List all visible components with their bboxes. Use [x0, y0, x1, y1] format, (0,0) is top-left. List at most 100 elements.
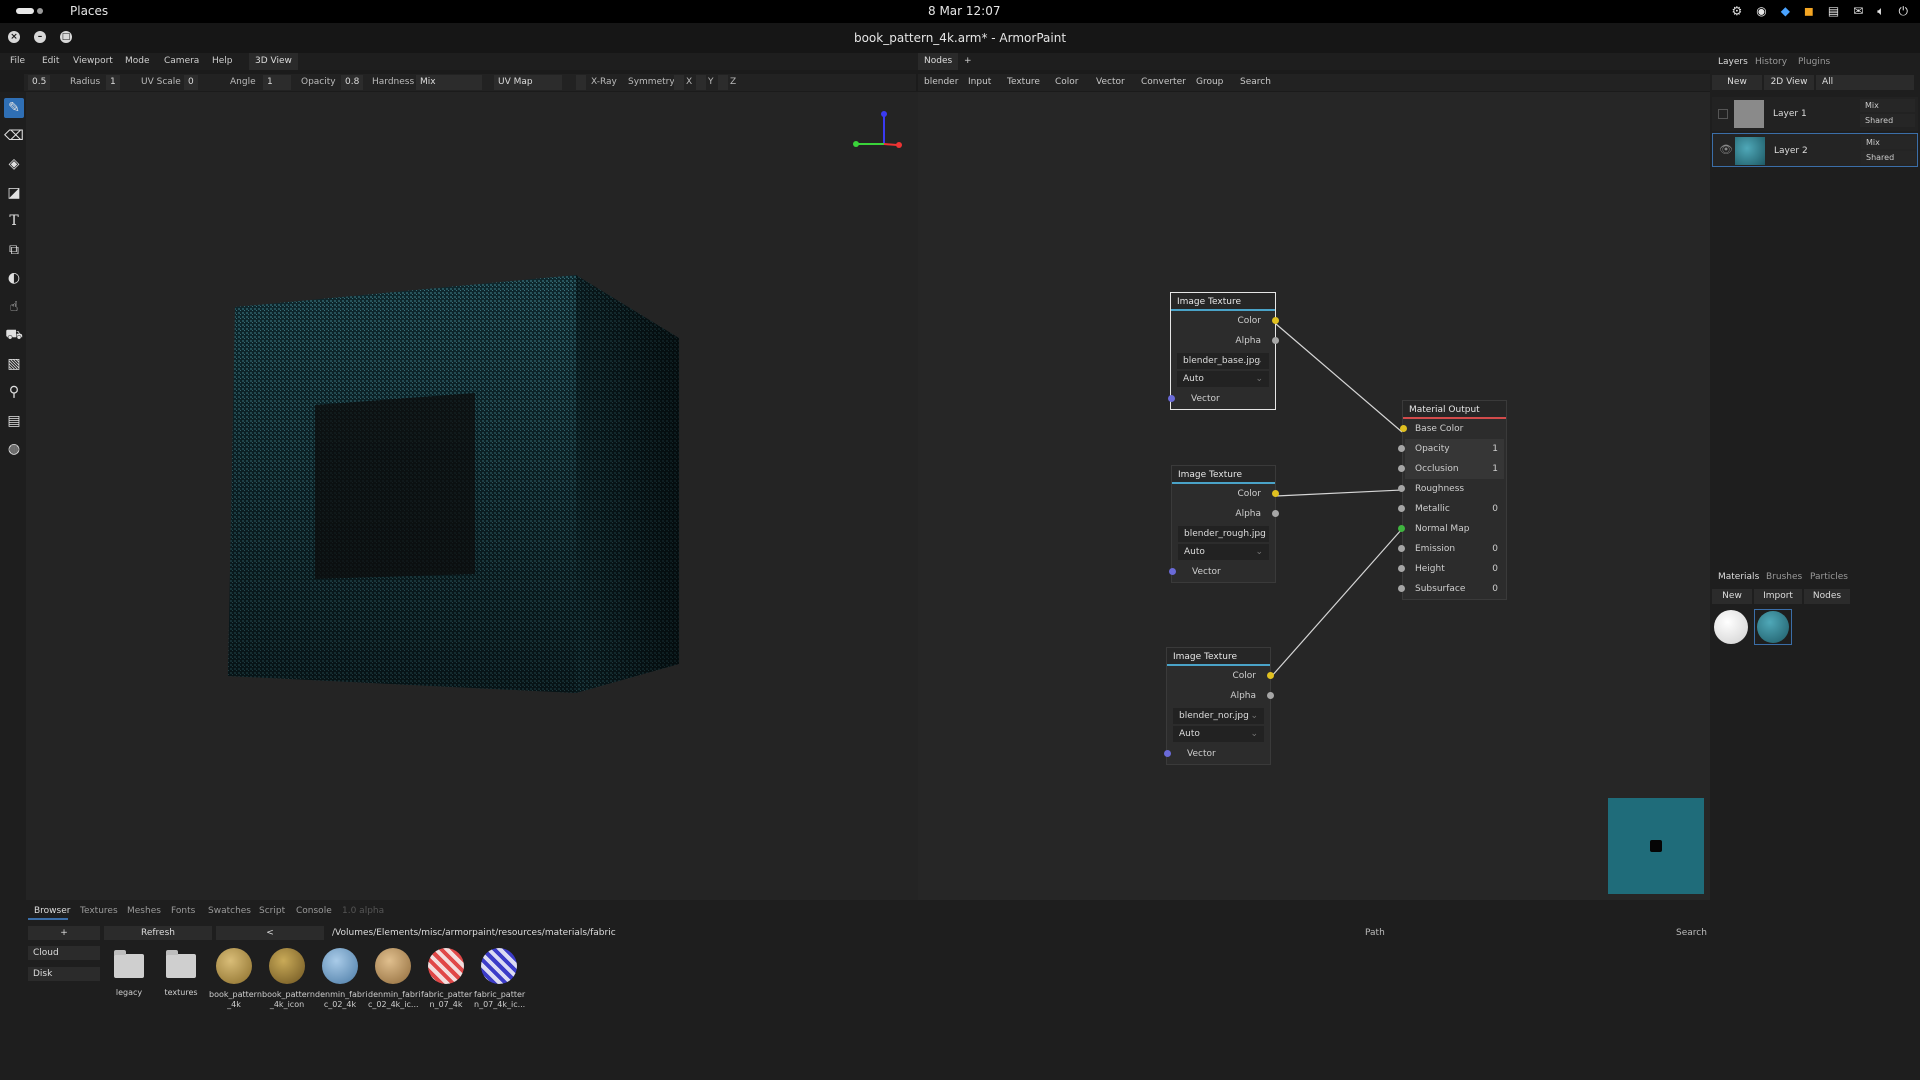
roughness-input[interactable]: Roughness	[1398, 479, 1504, 499]
particle-tool-icon[interactable]: ⛟	[4, 325, 24, 345]
base-color-input[interactable]: Base Color	[1400, 419, 1504, 439]
tab-swatches[interactable]: Swatches	[208, 906, 251, 916]
socket-icon[interactable]	[1168, 395, 1175, 402]
tab-meshes[interactable]: Meshes	[127, 906, 161, 916]
socket-icon[interactable]	[1398, 585, 1405, 592]
menu-camera[interactable]: Camera	[164, 56, 199, 66]
socket-icon[interactable]	[1267, 692, 1274, 699]
category-color[interactable]: Color	[1055, 77, 1079, 87]
socket-icon[interactable]	[1267, 672, 1274, 679]
asset-fabric-pattern-07-4k-icon[interactable]: fabric_patter n_07_4k_ic...	[474, 948, 525, 1010]
material-output-node[interactable]: Material Output Base Color Opacity 1 Occl…	[1398, 400, 1507, 600]
colorid-tool-icon[interactable]: ▧	[4, 354, 24, 374]
asset-folder-legacy[interactable]: legacy	[104, 948, 154, 998]
socket-icon[interactable]	[1398, 525, 1405, 532]
asset-book-pattern-4k-icon[interactable]: book_pattern _4k_icon	[262, 948, 315, 1010]
smudge-tool-icon[interactable]: ☝	[4, 297, 24, 317]
layer-mode-select[interactable]: Shared	[1861, 151, 1916, 164]
add-node-tab-button[interactable]: +	[964, 56, 972, 66]
2d-view-button[interactable]: 2D View	[1764, 75, 1814, 90]
app-icon[interactable]: ◆	[1781, 4, 1790, 19]
socket-icon[interactable]	[1398, 465, 1405, 472]
import-material-button[interactable]: Import	[1754, 589, 1802, 604]
socket-icon[interactable]	[1398, 505, 1405, 512]
layer-row-2[interactable]: 👁︎ Layer 2 Mix Shared	[1712, 133, 1918, 167]
rss-icon[interactable]: ◼	[1804, 4, 1814, 19]
tab-nodes[interactable]: Nodes	[918, 53, 959, 70]
viewport-scene[interactable]	[26, 92, 918, 900]
socket-icon[interactable]	[1272, 337, 1279, 344]
menu-viewport[interactable]: Viewport	[73, 56, 113, 66]
notes-icon[interactable]: ▤	[1828, 4, 1839, 19]
category-blender[interactable]: blender	[924, 77, 958, 87]
visibility-checkbox[interactable]	[1718, 109, 1728, 119]
activities-indicator[interactable]	[16, 8, 43, 14]
layer-row-1[interactable]: Layer 1 Mix Shared	[1712, 97, 1918, 131]
projection-select[interactable]: Auto ⌄	[1173, 726, 1264, 742]
color-output[interactable]: Color	[1171, 311, 1279, 331]
angle-field[interactable]: 1	[263, 75, 291, 90]
blend-mode-select[interactable]: Mix	[416, 75, 482, 90]
tab-fonts[interactable]: Fonts	[171, 906, 195, 916]
blur-tool-icon[interactable]: ◐	[4, 268, 24, 288]
opacity-field[interactable]: 0.8	[341, 75, 364, 90]
location-disk[interactable]: Disk	[28, 967, 100, 981]
socket-icon[interactable]	[1164, 750, 1171, 757]
symmetry-y-checkbox[interactable]	[696, 75, 706, 90]
menu-edit[interactable]: Edit	[42, 56, 59, 66]
tab-materials[interactable]: Materials	[1718, 572, 1759, 582]
projection-select[interactable]: Auto ⌄	[1177, 371, 1269, 387]
tab-script[interactable]: Script	[259, 906, 285, 916]
image-texture-node-3[interactable]: Image Texture Color Alpha blender_nor.jp…	[1164, 647, 1274, 765]
asset-fabric-pattern-07-4k[interactable]: fabric_patter n_07_4k	[421, 948, 472, 1010]
discord-icon[interactable]: ◉	[1756, 4, 1766, 19]
tab-browser[interactable]: Browser	[34, 906, 70, 916]
socket-icon[interactable]	[1272, 510, 1279, 517]
tab-layers[interactable]: Layers	[1718, 57, 1748, 67]
opacity-input[interactable]: Opacity 1	[1398, 439, 1504, 459]
power-icon[interactable]: ⏻	[1899, 4, 1909, 19]
xray-checkbox[interactable]	[576, 75, 586, 90]
socket-icon[interactable]	[1398, 445, 1405, 452]
image-texture-node-1[interactable]: Image Texture Color Alpha blender_base.j…	[1168, 292, 1279, 410]
clone-tool-icon[interactable]: ⧉	[4, 240, 24, 260]
location-cloud[interactable]: Cloud	[28, 946, 100, 960]
layer-filter-select[interactable]: All	[1816, 75, 1914, 90]
vector-input[interactable]: Vector	[1168, 389, 1275, 409]
image-file-select[interactable]: blender_rough.jpg ⌄	[1178, 526, 1269, 542]
asset-folder-textures[interactable]: textures	[156, 948, 206, 998]
color-output[interactable]: Color	[1167, 666, 1274, 686]
tab-plugins[interactable]: Plugins	[1798, 57, 1830, 67]
search-label[interactable]: Search	[1676, 928, 1707, 938]
uvmap-select[interactable]: UV Map	[494, 75, 562, 90]
layer-blend-select[interactable]: Mix	[1860, 99, 1915, 112]
new-material-button[interactable]: New	[1712, 589, 1752, 604]
text-tool-icon[interactable]: T	[4, 211, 24, 231]
symmetry-x-checkbox[interactable]	[674, 75, 684, 90]
clock[interactable]: 8 Mar 12:07	[928, 4, 1001, 18]
category-input[interactable]: Input	[968, 77, 991, 87]
category-group[interactable]: Group	[1196, 77, 1223, 87]
socket-icon[interactable]	[1169, 568, 1176, 575]
category-converter[interactable]: Converter	[1141, 77, 1186, 87]
tab-history[interactable]: History	[1755, 57, 1787, 67]
material-slot-default[interactable]	[1714, 610, 1748, 644]
fill-tool-icon[interactable]: ◈	[4, 154, 24, 174]
socket-icon[interactable]	[1398, 485, 1405, 492]
material-tool-icon[interactable]: ◍	[4, 439, 24, 459]
socket-icon[interactable]	[1272, 317, 1279, 324]
volume-icon[interactable]: 🔈︎	[1877, 4, 1884, 19]
alpha-output[interactable]: Alpha	[1172, 504, 1279, 524]
socket-icon[interactable]	[1398, 565, 1405, 572]
menu-mode[interactable]: Mode	[125, 56, 150, 66]
alpha-output[interactable]: Alpha	[1167, 686, 1274, 706]
tab-3d-view[interactable]: 3D View	[249, 53, 298, 70]
layer-name[interactable]: Layer 2	[1774, 146, 1808, 156]
category-texture[interactable]: Texture	[1007, 77, 1040, 87]
tab-console[interactable]: Console	[296, 906, 332, 916]
image-file-select[interactable]: blender_base.jpg ⌄	[1177, 353, 1269, 369]
tab-brushes[interactable]: Brushes	[1766, 572, 1802, 582]
3d-viewport[interactable]	[26, 92, 918, 900]
layer-mode-select[interactable]: Shared	[1860, 114, 1915, 127]
brush-size-field[interactable]: 0.5	[28, 75, 51, 90]
